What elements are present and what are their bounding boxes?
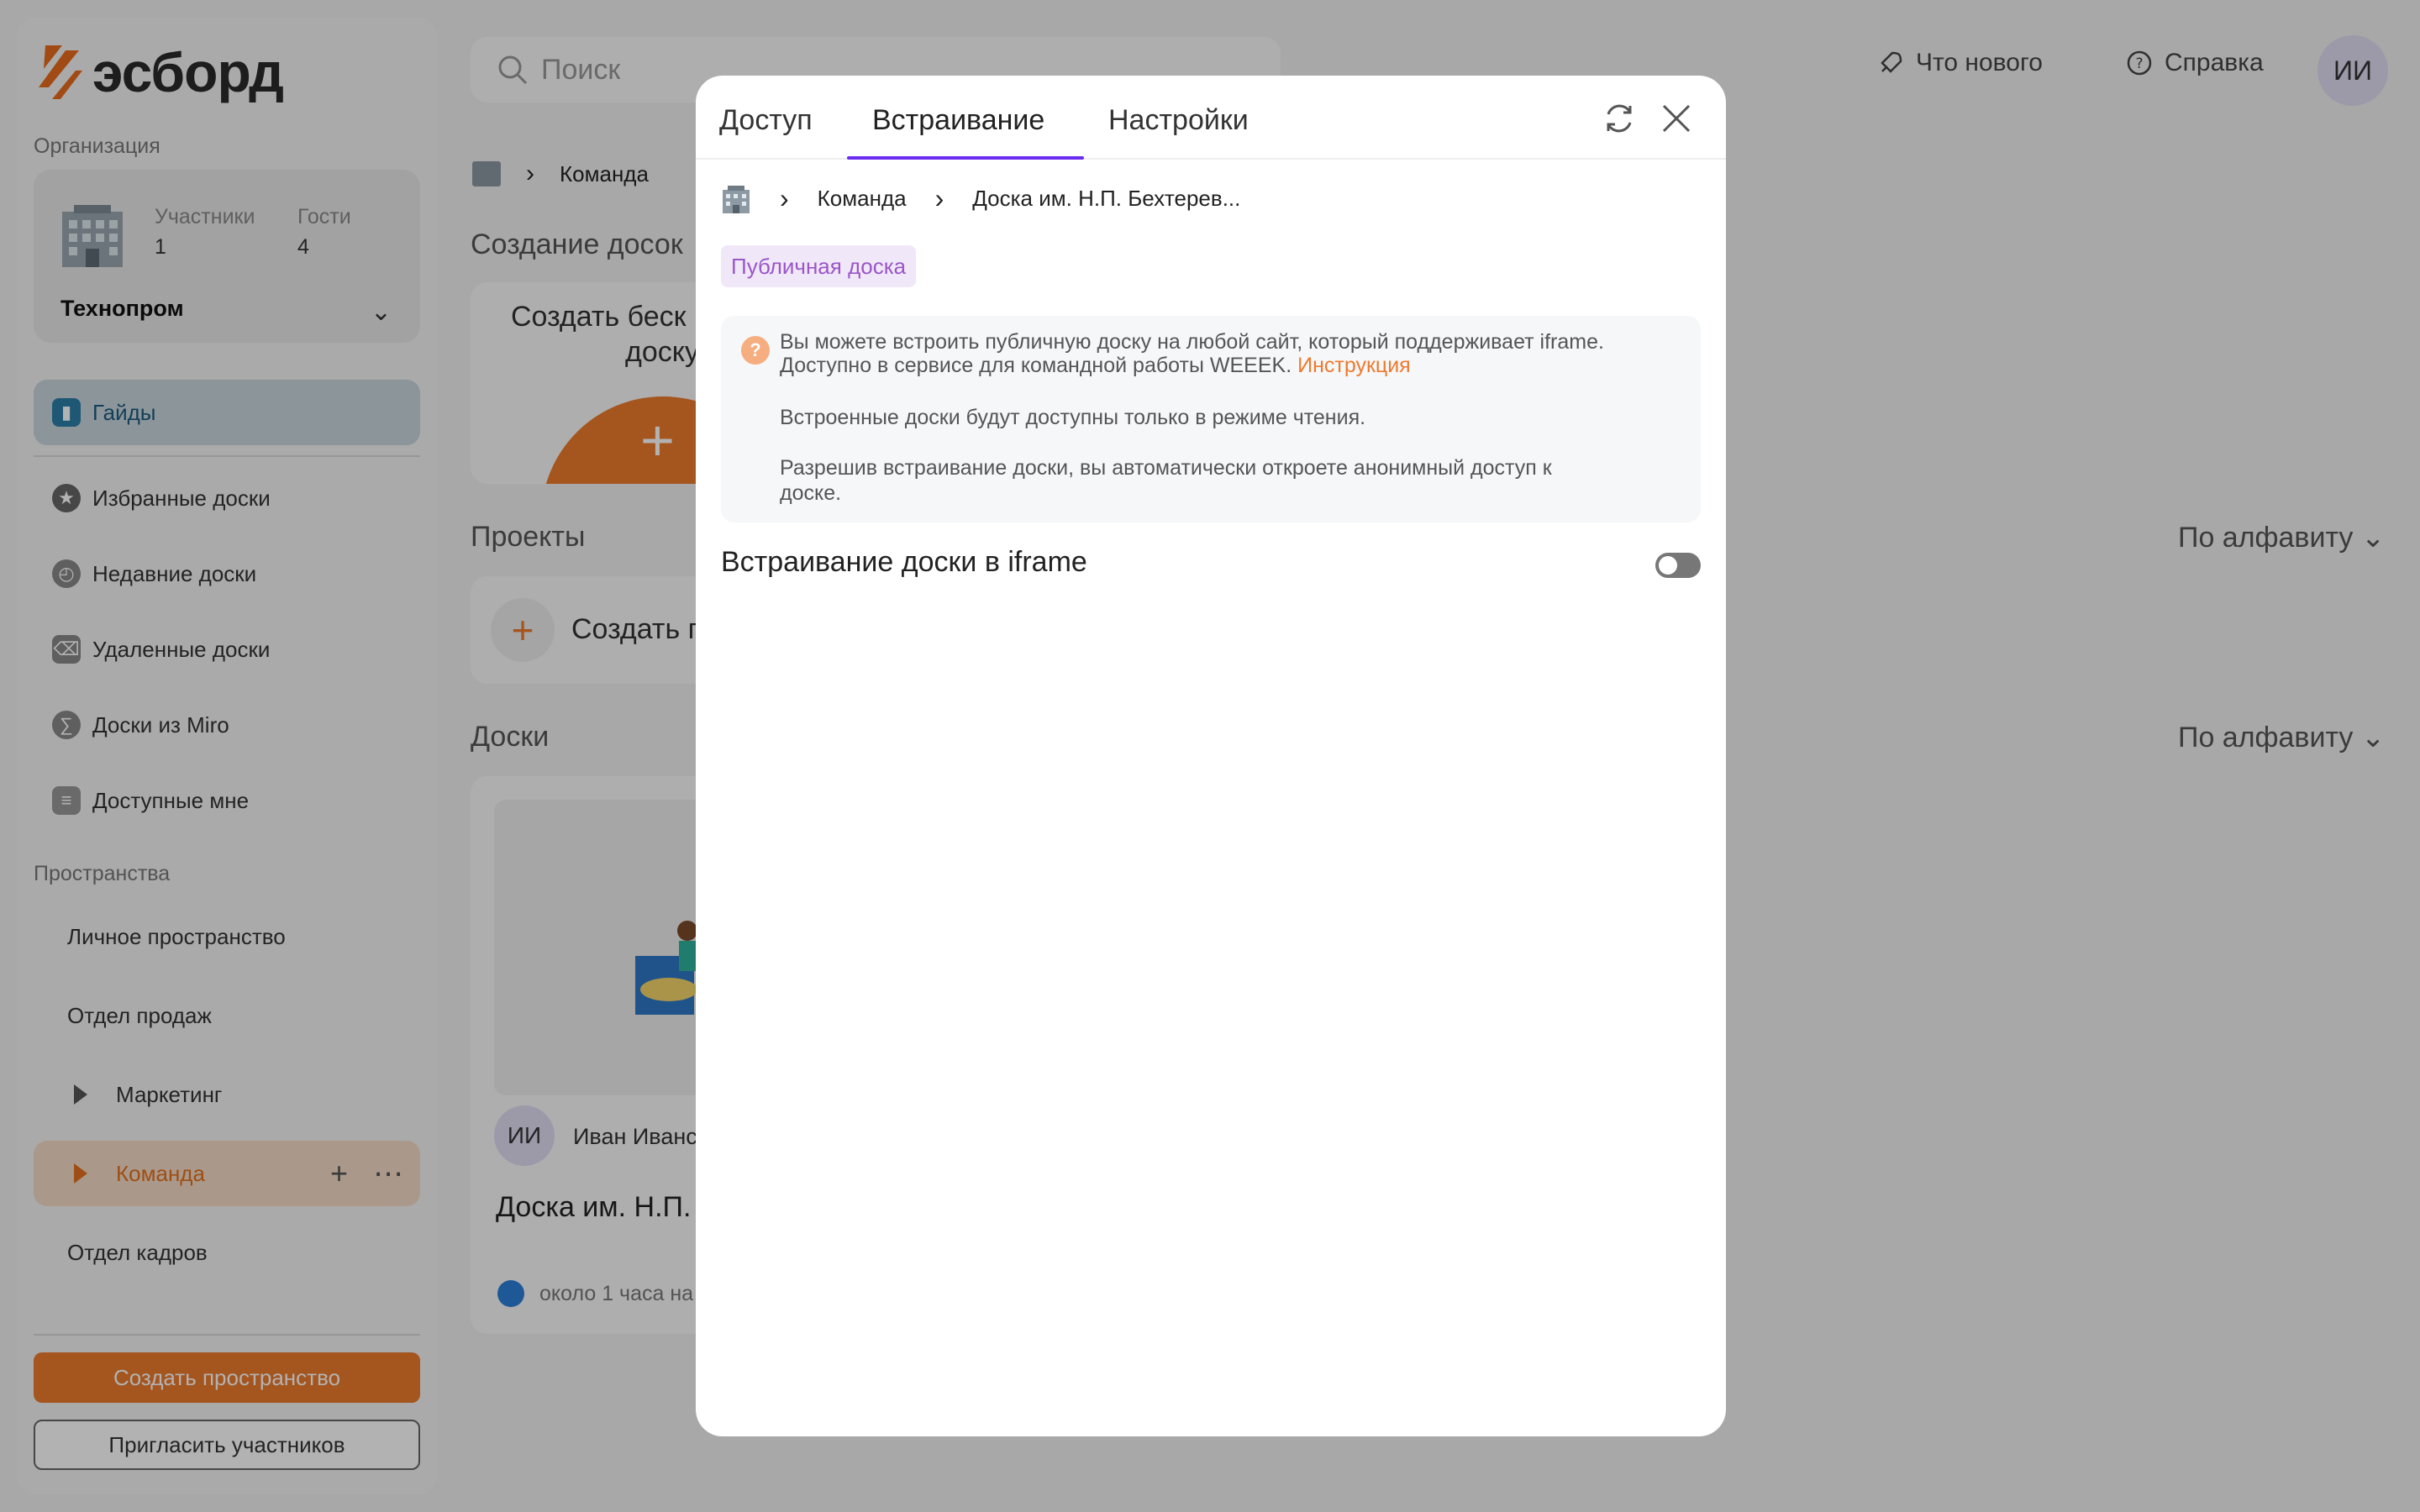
breadcrumb-space[interactable]: Команда (818, 186, 907, 212)
refresh-icon[interactable] (1602, 101, 1637, 136)
chevron-right-icon: › (780, 183, 789, 213)
active-tab-indicator (847, 156, 1084, 160)
close-icon[interactable] (1659, 101, 1694, 136)
tab-access[interactable]: Доступ (719, 104, 813, 160)
modal-breadcrumb: › Команда › Доска им. Н.П. Бехтерев... (721, 183, 1240, 214)
info-line-5: доске. (780, 481, 842, 505)
info-line-2-text: Доступно в сервисе для командной работы … (780, 354, 1292, 377)
embed-iframe-label: Встраивание доски в iframe (721, 546, 1087, 578)
public-board-badge: Публичная доска (721, 245, 917, 287)
toggle-knob (1659, 556, 1677, 575)
modal-tabs: Доступ Встраивание Настройки (696, 76, 1726, 160)
instruction-link[interactable]: Инструкция (1297, 354, 1411, 377)
embed-info-box: ? Вы можете встроить публичную доску на … (721, 316, 1701, 522)
info-line-1: Вы можете встроить публичную доску на лю… (780, 330, 1604, 354)
building-icon[interactable] (721, 185, 751, 213)
tab-embed[interactable]: Встраивание (872, 104, 1044, 160)
question-icon: ? (741, 336, 770, 365)
board-settings-modal: Доступ Встраивание Настройки › Команда ›… (696, 76, 1726, 1436)
tab-settings[interactable]: Настройки (1108, 104, 1249, 160)
info-line-4: Разрешив встраивание доски, вы автоматич… (780, 456, 1552, 480)
info-line-3: Встроенные доски будут доступны только в… (780, 406, 1366, 429)
breadcrumb-board[interactable]: Доска им. Н.П. Бехтерев... (972, 186, 1240, 212)
info-line-2: Доступно в сервисе для командной работы … (780, 353, 1679, 378)
chevron-right-icon: › (934, 183, 944, 213)
embed-iframe-toggle[interactable] (1655, 553, 1701, 578)
